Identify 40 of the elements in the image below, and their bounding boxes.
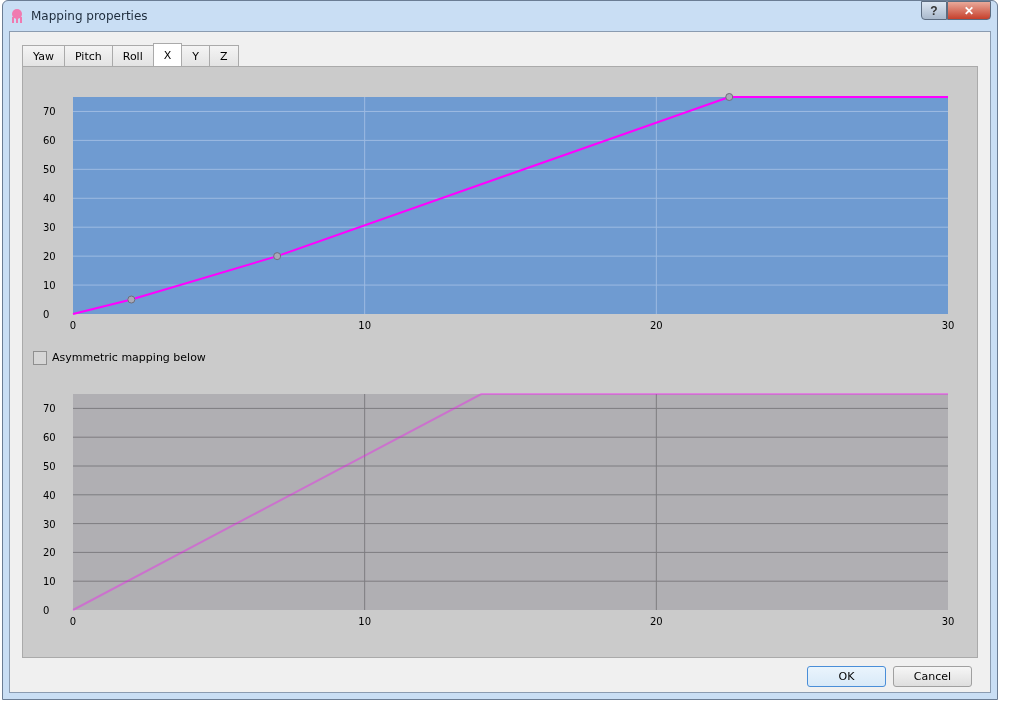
tab[interactable]: Z [209,45,239,66]
dialog-button[interactable]: Cancel [893,666,972,687]
y-tick-label: 50 [43,461,56,472]
y-tick-label: 0 [43,309,50,320]
window-title: Mapping properties [31,9,148,23]
y-tick-label: 70 [43,403,56,415]
x-tick-label: 30 [941,616,955,627]
tab[interactable]: Pitch [63,45,113,66]
checkbox[interactable] [33,350,47,365]
x-tick-label: 0 [69,616,77,627]
tab[interactable]: X [152,43,183,66]
checkbox-label: Asymmetric mapping below [52,351,206,364]
x-tick-label: 20 [649,616,663,627]
y-tick-label: 30 [43,222,56,234]
x-tick-label: 10 [358,320,372,331]
x-tick-label: 0 [69,320,77,331]
y-tick-label: 50 [43,164,56,176]
y-tick-label: 0 [43,605,50,616]
tab[interactable]: Roll [111,45,154,66]
curve-handle[interactable] [127,295,136,304]
x-tick-label: 30 [941,320,955,331]
tab[interactable]: Yaw [22,45,65,66]
y-tick-label: 20 [43,547,56,559]
y-tick-label: 20 [43,251,56,263]
y-tick-label: 10 [43,576,56,588]
y-tick-label: 70 [43,106,56,118]
octopus-icon [9,8,25,24]
help-button[interactable]: ? [921,1,947,20]
dialog-button[interactable]: OK [807,666,886,687]
y-tick-label: 30 [43,518,56,530]
y-tick-label: 40 [43,193,56,205]
y-tick-label: 40 [43,489,56,501]
curve-handle[interactable] [725,93,734,101]
y-tick-label: 10 [43,280,56,292]
y-tick-label: 60 [43,135,56,147]
x-tick-label: 20 [649,320,663,331]
tab[interactable]: Y [181,45,210,66]
y-tick-label: 60 [43,432,56,444]
curve-handle[interactable] [273,252,282,261]
x-tick-label: 10 [358,616,372,627]
